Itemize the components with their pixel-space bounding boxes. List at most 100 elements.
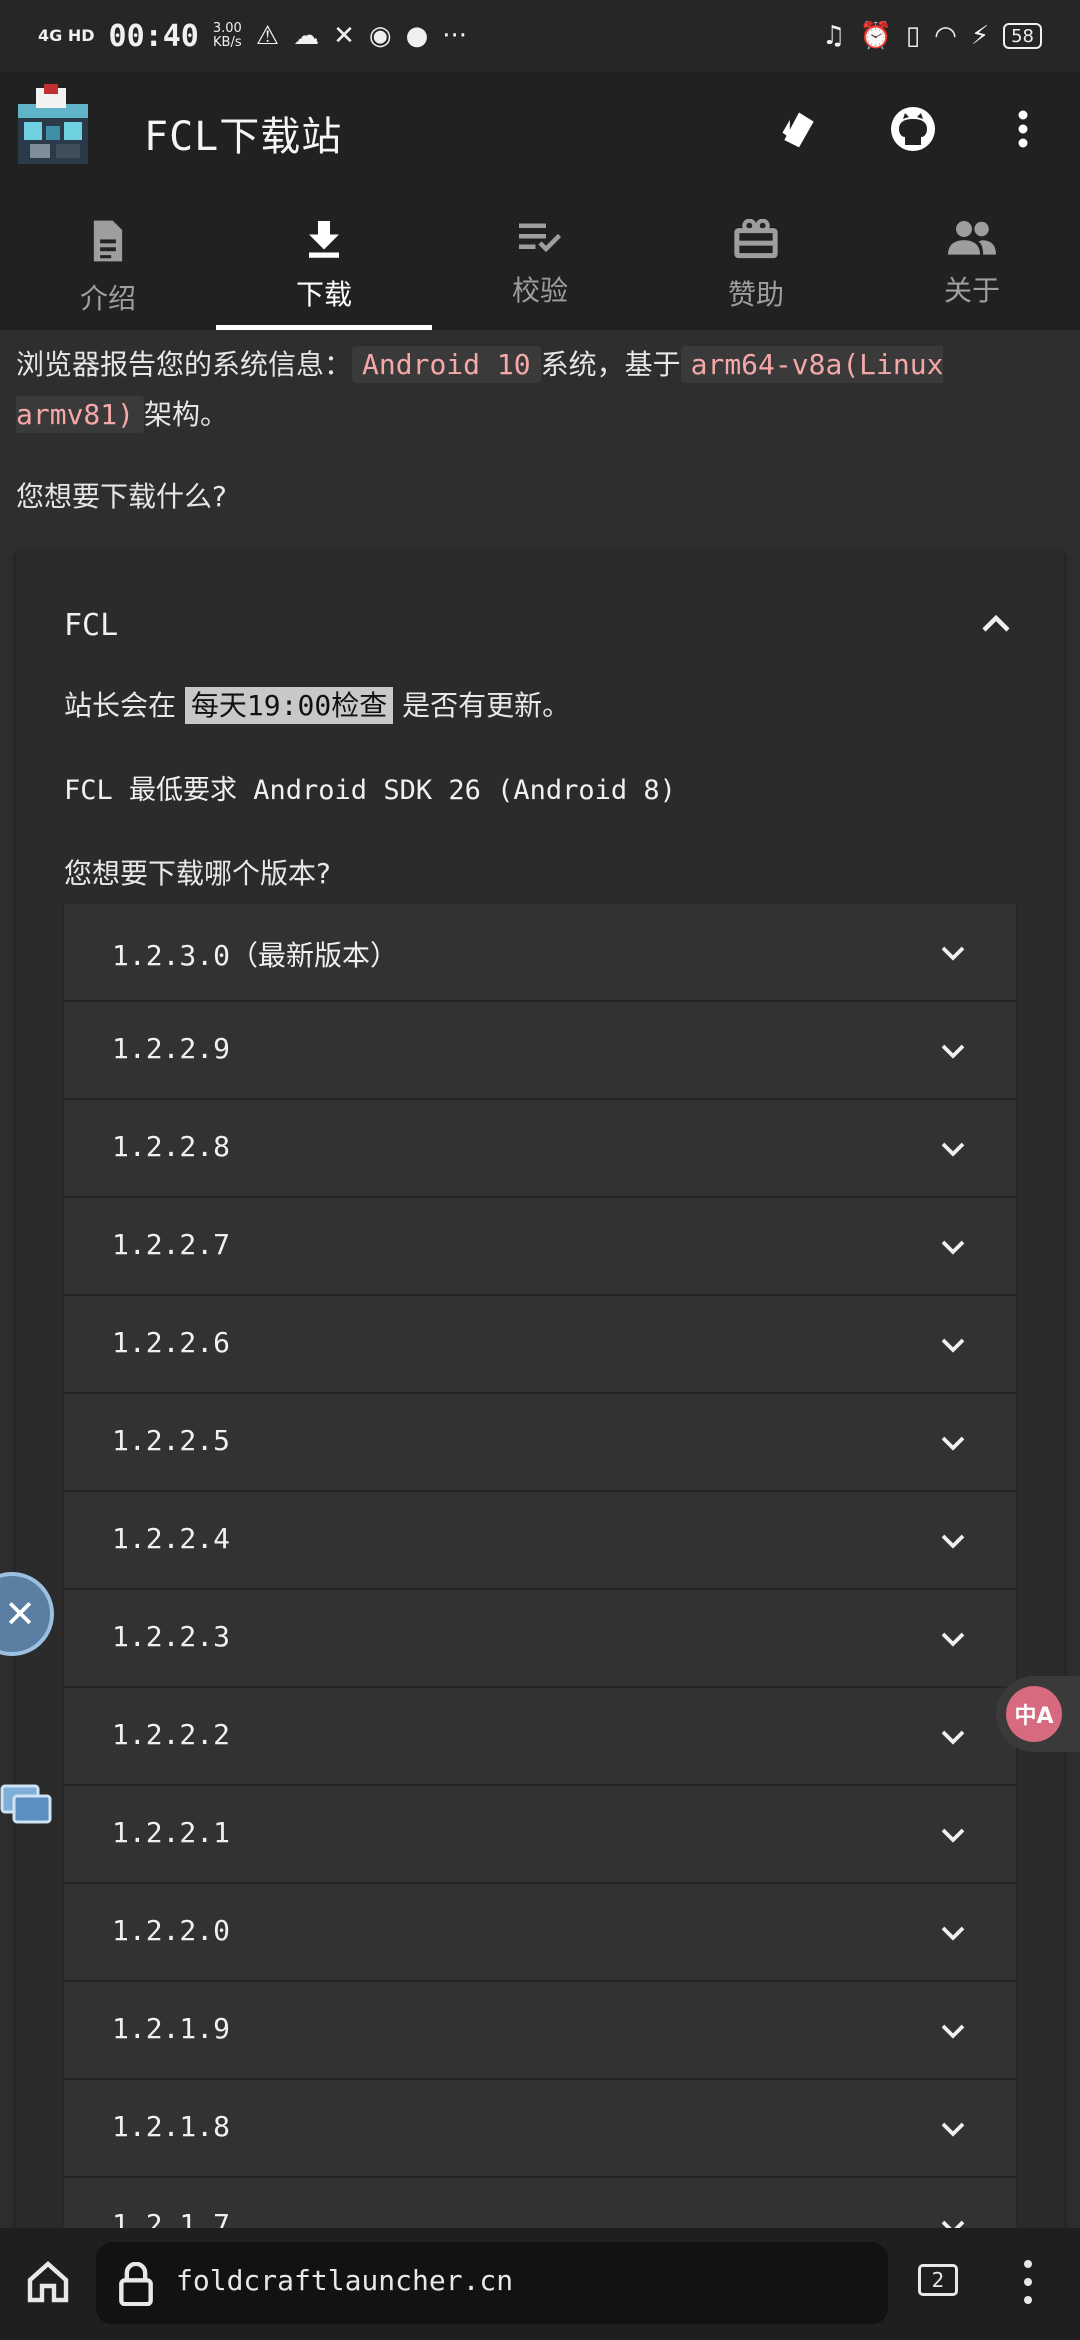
tab-label: 介绍: [79, 282, 136, 315]
version-label: 1.2.2.2: [112, 1718, 231, 1751]
headphones-icon: ♫: [822, 21, 846, 51]
network-speed: 3.00 KB/s: [213, 22, 242, 50]
version-row[interactable]: 1.2.2.6: [64, 1296, 1016, 1394]
more-notifications-icon: ···: [442, 21, 468, 51]
tab-label: 关于: [943, 274, 1000, 307]
update-prefix: 站长会在: [64, 689, 177, 722]
github-icon: [891, 107, 935, 151]
tab-about[interactable]: 关于: [864, 187, 1080, 330]
download-icon: [309, 221, 339, 258]
checklist-icon: [519, 223, 562, 253]
version-label: 1.2.2.5: [112, 1424, 231, 1457]
chevron-down-icon[interactable]: [938, 2114, 968, 2144]
overflow-menu-button[interactable]: [996, 102, 1050, 156]
vibrate-icon: ▯: [905, 21, 921, 51]
chevron-down-icon[interactable]: [938, 1330, 968, 1360]
tab-switcher-button[interactable]: 2: [918, 2264, 958, 2296]
status-bar: 4G HD 00:40 3.00 KB/s ⚠ ☁ ✕ ◉ ● ··· ♫ ⏰ …: [0, 0, 1080, 72]
version-row[interactable]: 1.2.2.8: [64, 1100, 1016, 1198]
lock-icon: [119, 2262, 153, 2306]
version-question: 您想要下载哪个版本?: [64, 857, 331, 890]
chevron-down-icon[interactable]: [938, 1232, 968, 1262]
chevron-down-icon[interactable]: [938, 1624, 968, 1654]
close-icon: ✕: [4, 1592, 36, 1636]
app-title: FCL下载站: [144, 114, 343, 160]
app-bar: FCL下载站 介绍 下载 校验 赞助 关于: [0, 72, 1080, 330]
version-label: 1.2.2.3: [112, 1620, 231, 1653]
floating-window-icon[interactable]: [0, 1782, 52, 1826]
version-row[interactable]: 1.2.2.9: [64, 1002, 1016, 1100]
version-row[interactable]: 1.2.2.3: [64, 1590, 1016, 1688]
download-question: 您想要下载什么?: [16, 480, 227, 513]
tab-label: 校验: [511, 274, 568, 307]
people-icon: [948, 221, 996, 255]
chevron-up-icon[interactable]: [978, 606, 1014, 642]
translate-icon: 中A: [1006, 1686, 1062, 1742]
update-schedule-text: 站长会在 每天19:00检查 是否有更新。: [64, 684, 570, 724]
tab-sponsor[interactable]: 赞助: [648, 187, 864, 330]
chevron-down-icon[interactable]: [938, 2016, 968, 2046]
version-row[interactable]: 1.2.1.9: [64, 1982, 1016, 2080]
address-bar[interactable]: foldcraftlauncher.cn: [96, 2242, 888, 2324]
app-logo-icon: [18, 84, 88, 164]
chevron-down-icon[interactable]: [938, 1526, 968, 1556]
status-left: 4G HD 00:40 3.00 KB/s ⚠ ☁ ✕ ◉ ● ···: [38, 19, 467, 54]
chevron-down-icon[interactable]: [938, 938, 968, 968]
warning-icon: ⚠: [255, 21, 280, 51]
tab-bar: 介绍 下载 校验 赞助 关于: [0, 187, 1080, 330]
chevron-down-icon[interactable]: [938, 1134, 968, 1164]
battery-indicator: 58: [1003, 23, 1042, 49]
update-suffix: 是否有更新。: [402, 689, 571, 722]
browser-bottom-bar: foldcraftlauncher.cn 2: [0, 2228, 1080, 2340]
more-vert-icon: [1018, 110, 1028, 148]
chevron-down-icon[interactable]: [938, 1918, 968, 1948]
network-indicator: 4G HD: [38, 26, 95, 45]
browser-menu-icon[interactable]: [1022, 2258, 1034, 2306]
chevron-down-icon[interactable]: [938, 1428, 968, 1458]
os-version-code: Android 10: [352, 346, 541, 383]
version-row[interactable]: 1.2.2.0: [64, 1884, 1016, 1982]
sysinfo-suffix: 架构。: [144, 398, 229, 431]
theme-toggle-button[interactable]: [772, 102, 826, 156]
document-icon: [93, 220, 123, 262]
version-label: 1.2.2.4: [112, 1522, 231, 1555]
system-info-text: 浏览器报告您的系统信息： Android 10 系统，基于 arm64-v8a(Lin…: [0, 340, 1000, 440]
cloud-icon: ☁: [293, 21, 320, 51]
vpn-icon: ◉: [368, 21, 392, 51]
version-label: 1.2.1.9: [112, 2012, 231, 2045]
chevron-down-icon[interactable]: [938, 1722, 968, 1752]
requirement-text: FCL 最低要求 Android SDK 26 (Android 8): [64, 775, 676, 806]
chevron-down-icon[interactable]: [938, 1820, 968, 1850]
version-label: 1.2.2.6: [112, 1326, 231, 1359]
network-speed-value: 3.00: [212, 21, 242, 36]
translate-button[interactable]: 中A: [996, 1676, 1080, 1752]
version-label: 1.2.2.8: [112, 1130, 231, 1163]
version-row[interactable]: 1.2.2.4: [64, 1492, 1016, 1590]
github-button[interactable]: [886, 102, 940, 156]
version-row[interactable]: 1.2.2.7: [64, 1198, 1016, 1296]
clock: 00:40: [108, 18, 199, 54]
panel-title[interactable]: FCL: [64, 608, 118, 643]
chevron-down-icon[interactable]: [938, 1036, 968, 1066]
version-label: 1.2.1.8: [112, 2110, 231, 2143]
tab-intro[interactable]: 介绍: [0, 187, 216, 330]
update-time-highlight: 每天19:00检查: [184, 687, 394, 724]
tab-verify[interactable]: 校验: [432, 187, 648, 330]
url-text: foldcraftlauncher.cn: [176, 2264, 514, 2297]
alarm-icon: ⏰: [859, 21, 892, 51]
network-speed-unit: KB/s: [213, 35, 242, 50]
version-row[interactable]: 1.2.2.5: [64, 1394, 1016, 1492]
chat-icon: ●: [405, 21, 429, 51]
version-row[interactable]: 1.2.2.1: [64, 1786, 1016, 1884]
wifi-icon: ◠: [934, 21, 957, 51]
home-icon[interactable]: [24, 2258, 72, 2306]
version-row[interactable]: 1.2.1.8: [64, 2080, 1016, 2178]
status-right: ♫ ⏰ ▯ ◠ ⚡ 58: [822, 21, 1042, 51]
version-row[interactable]: 1.2.3.0（最新版本）: [64, 904, 1016, 1002]
fcl-expansion-panel: FCL 站长会在 每天19:00检查 是否有更新。 FCL 最低要求 Andro…: [16, 552, 1064, 2340]
version-row[interactable]: 1.2.2.2: [64, 1688, 1016, 1786]
version-label: 1.2.2.9: [112, 1032, 231, 1065]
version-label: 1.2.2.0: [112, 1914, 231, 1947]
tab-download[interactable]: 下载: [216, 187, 432, 330]
sysinfo-prefix: 浏览器报告您的系统信息：: [16, 348, 353, 381]
